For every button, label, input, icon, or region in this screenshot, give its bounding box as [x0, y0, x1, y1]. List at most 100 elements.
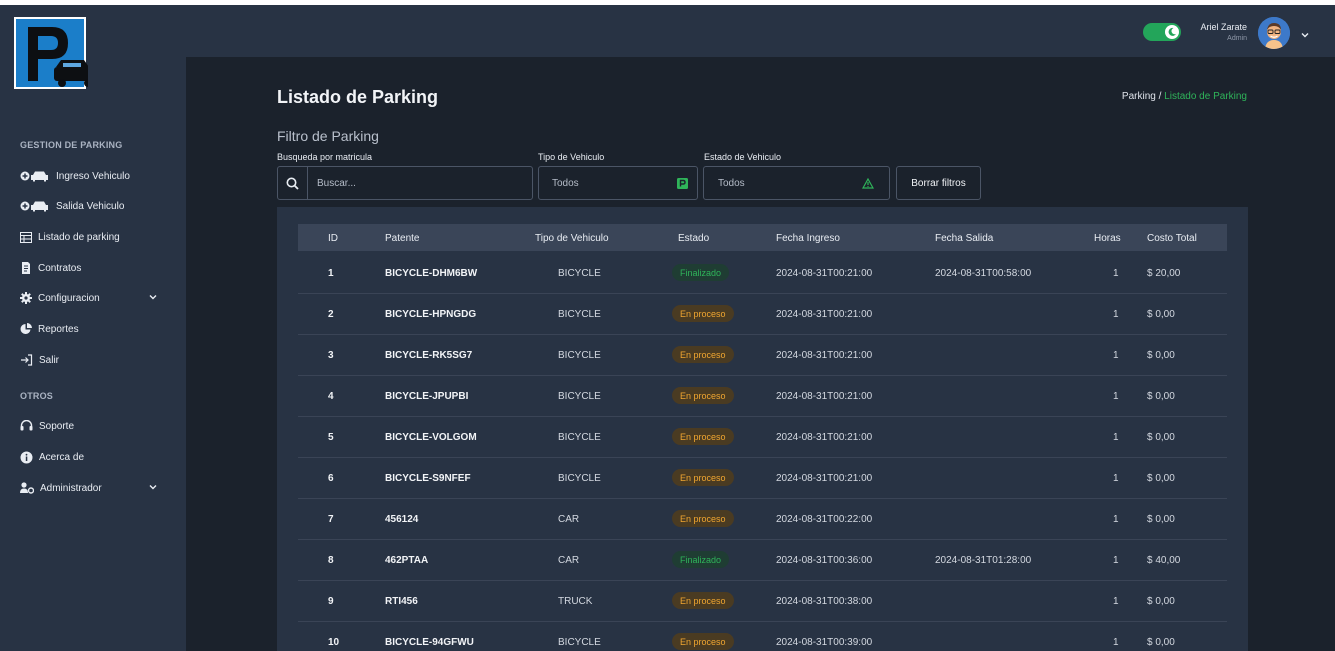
search-label: Busqueda por matricula — [277, 152, 373, 162]
cell-costo: $ 0,00 — [1147, 350, 1175, 361]
table-row[interactable]: 1 BICYCLE-DHM6BW BICYCLE 2024-08-31T00:21:0… — [298, 253, 1227, 294]
vehicle-status-value: Todos — [718, 177, 745, 189]
table-row[interactable]: 3 BICYCLE-RK5SG7 BICYCLE 2024-08-31T00:21:0… — [298, 335, 1227, 376]
breadcrumb-root[interactable]: Parking / — [1122, 91, 1161, 102]
breadcrumb: Parking / Listado de Parking — [1122, 91, 1247, 102]
cell-tipo: BICYCLE — [558, 268, 601, 279]
pie-chart-icon — [20, 323, 32, 335]
cell-patente: BICYCLE-RK5SG7 — [385, 350, 473, 361]
table-row[interactable]: 6 BICYCLE-S9NFEF BICYCLE 2024-08-31T00:21:0… — [298, 458, 1227, 499]
status-badge: En proceso — [672, 510, 734, 527]
cell-id: 2 — [328, 309, 334, 320]
cell-patente: 456124 — [385, 514, 419, 525]
status-badge: En proceso — [672, 633, 734, 650]
sidebar-item-acerca-de[interactable]: Acerca de — [20, 448, 166, 466]
topbar: Ariel Zarate Admin — [186, 5, 1335, 57]
cell-fecha-ingreso: 2024-08-31T00:21:00 — [776, 309, 873, 320]
parking-icon — [677, 178, 688, 192]
sidebar-item-label: Configuracion — [38, 292, 100, 304]
cell-fecha-ingreso: 2024-08-31T00:21:00 — [776, 391, 873, 402]
table-row[interactable]: 7 456124 CAR 2024-08-31T00:22:00 1 $ 0,00 En p… — [298, 499, 1227, 540]
sidebar-item-reportes[interactable]: Reportes — [20, 320, 166, 338]
cell-horas: 1 — [1113, 596, 1119, 607]
search-input[interactable]: Buscar... — [277, 166, 533, 200]
table-row[interactable]: 8 462PTAA CAR 2024-08-31T00:36:00 2024-08-31… — [298, 540, 1227, 581]
cell-patente: BICYCLE-VOLGOM — [385, 432, 477, 443]
chevron-down-icon[interactable] — [1300, 27, 1310, 45]
sidebar-item-soporte[interactable]: Soporte — [20, 417, 166, 435]
clear-filters-button[interactable]: Borrar filtros — [896, 166, 981, 200]
header-id[interactable]: ID — [328, 233, 338, 244]
vehicle-type-label: Tipo de Vehiculo — [538, 152, 605, 162]
sidebar-item-salida-vehiculo[interactable]: Salida Vehiculo — [20, 197, 166, 215]
document-icon — [20, 262, 32, 274]
search-icon[interactable] — [278, 167, 308, 199]
cell-patente: BICYCLE-DHM6BW — [385, 268, 478, 279]
header-estado[interactable]: Estado — [678, 233, 709, 244]
cell-fecha-ingreso: 2024-08-31T00:36:00 — [776, 555, 873, 566]
cell-fecha-ingreso: 2024-08-31T00:21:00 — [776, 350, 873, 361]
logout-icon — [20, 354, 33, 366]
table-header: ID Patente Tipo de Vehiculo Estado Fecha… — [298, 224, 1227, 251]
table-row[interactable]: 10 BICYCLE-94GFWU BICYCLE 2024-08-31T00:39:… — [298, 622, 1227, 651]
sidebar-item-configuracion[interactable]: Configuracion — [20, 289, 166, 307]
cell-horas: 1 — [1113, 473, 1119, 484]
header-tipo[interactable]: Tipo de Vehiculo — [535, 233, 609, 244]
sidebar-item-salir[interactable]: Salir — [20, 351, 166, 369]
cell-horas: 1 — [1113, 637, 1119, 648]
cell-horas: 1 — [1113, 391, 1119, 402]
parking-logo[interactable] — [14, 17, 98, 91]
header-patente[interactable]: Patente — [385, 233, 419, 244]
cell-patente: RTI456 — [385, 596, 418, 607]
cell-tipo: BICYCLE — [558, 350, 601, 361]
status-badge: En proceso — [672, 469, 734, 486]
sidebar-item-listado-parking[interactable]: Listado de parking — [20, 228, 166, 246]
filter-title: Filtro de Parking — [277, 128, 379, 144]
cell-horas: 1 — [1113, 268, 1119, 279]
user-name[interactable]: Ariel Zarate — [1200, 22, 1247, 32]
sidebar-item-label: Ingreso Vehiculo — [56, 170, 130, 182]
vehicle-type-select[interactable]: Todos — [538, 166, 698, 200]
cell-fecha-ingreso: 2024-08-31T00:38:00 — [776, 596, 873, 607]
cell-tipo: CAR — [558, 514, 580, 525]
sidebar-item-ingreso-vehiculo[interactable]: Ingreso Vehiculo — [20, 167, 166, 185]
warning-icon — [861, 177, 875, 192]
cell-costo: $ 0,00 — [1147, 432, 1175, 443]
moon-icon — [1165, 25, 1179, 39]
cell-horas: 1 — [1113, 309, 1119, 320]
cell-fecha-ingreso: 2024-08-31T00:21:00 — [776, 268, 873, 279]
gear-icon — [20, 292, 32, 304]
breadcrumb-active: Listado de Parking — [1164, 91, 1247, 102]
chevron-down-icon — [148, 292, 158, 305]
cell-id: 8 — [328, 555, 334, 566]
avatar[interactable] — [1258, 17, 1290, 49]
sidebar-item-contratos[interactable]: Contratos — [20, 259, 166, 277]
header-costo-total[interactable]: Costo Total — [1147, 233, 1197, 244]
header-horas[interactable]: Horas — [1094, 233, 1121, 244]
status-badge: En proceso — [672, 387, 734, 404]
table-row[interactable]: 4 BICYCLE-JPUPBI BICYCLE 2024-08-31T00:21:0… — [298, 376, 1227, 417]
status-badge: En proceso — [672, 592, 734, 609]
sidebar: GESTION DE PARKING Ingreso Vehiculo Sali… — [0, 5, 186, 651]
cell-patente: BICYCLE-S9NFEF — [385, 473, 471, 484]
sidebar-item-label: Salida Vehiculo — [56, 200, 125, 212]
sidebar-item-label: Reportes — [38, 323, 79, 335]
cell-costo: $ 0,00 — [1147, 637, 1175, 648]
theme-toggle[interactable] — [1143, 23, 1181, 41]
sidebar-item-label: Salir — [39, 354, 60, 366]
cell-id: 5 — [328, 432, 334, 443]
table-row[interactable]: 9 RTI456 TRUCK 2024-08-31T00:38:00 1 $ 0,00 En… — [298, 581, 1227, 622]
status-badge: Finalizado — [672, 264, 730, 281]
app-window: GESTION DE PARKING Ingreso Vehiculo Sali… — [0, 5, 1335, 651]
vehicle-status-select[interactable]: Todos — [703, 166, 890, 200]
plus-car-icon — [20, 170, 50, 182]
header-fecha-salida[interactable]: Fecha Salida — [935, 233, 993, 244]
table-row[interactable]: 2 BICYCLE-HPNGDG BICYCLE 2024-08-31T00:21:0… — [298, 294, 1227, 335]
cell-costo: $ 20,00 — [1147, 268, 1181, 279]
sidebar-item-administrador[interactable]: Administrador — [20, 479, 166, 497]
sidebar-item-label: Listado de parking — [38, 231, 120, 243]
cell-costo: $ 40,00 — [1147, 555, 1181, 566]
header-fecha-ingreso[interactable]: Fecha Ingreso — [776, 233, 840, 244]
info-icon — [20, 451, 33, 464]
table-row[interactable]: 5 BICYCLE-VOLGOM BICYCLE 2024-08-31T00:21:0… — [298, 417, 1227, 458]
